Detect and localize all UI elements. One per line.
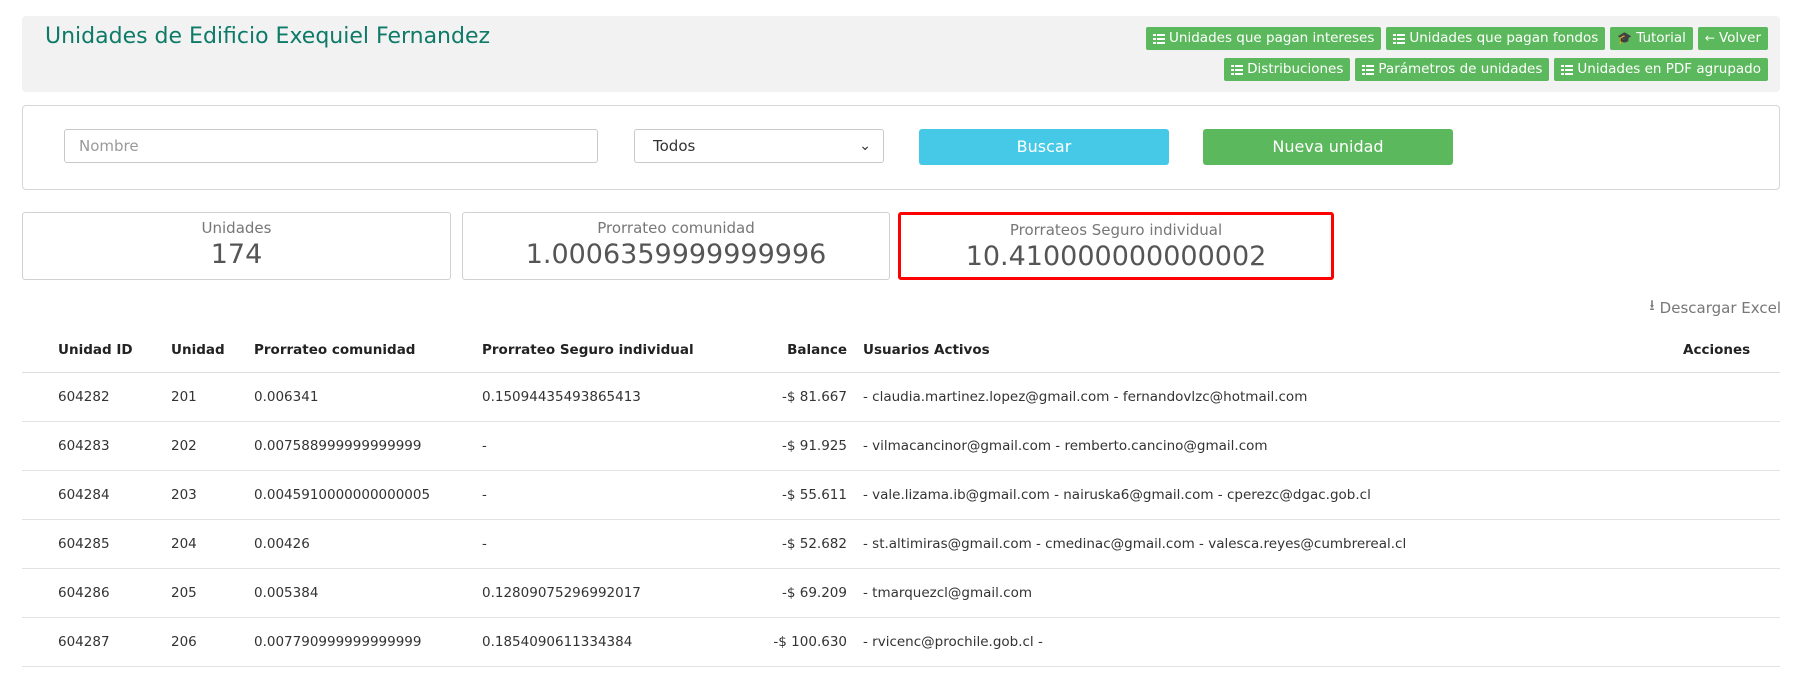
table-row: 604287 206 0.007790999999999999 0.185409061… — [22, 617, 1780, 667]
table-cell: - tmarquezcl@gmail.com — [863, 568, 1683, 618]
table-cell: - — [482, 519, 722, 569]
table-cell: 604285 — [22, 519, 171, 569]
list-icon — [1231, 64, 1244, 75]
units-table: Unidad ID Unidad Prorrateo comunidad Pro… — [22, 327, 1780, 667]
table-cell: -$ 91.925 — [722, 421, 863, 471]
table-cell: 202 — [171, 421, 254, 471]
table-cell: 0.007588999999999999 — [254, 421, 482, 471]
page-title: Unidades de Edificio Exequiel Fernandez — [45, 24, 491, 49]
table-cell: -$ 52.682 — [722, 519, 863, 569]
table-cell: - — [482, 470, 722, 520]
page-header: Unidades de Edificio Exequiel Fernandez … — [22, 16, 1780, 92]
col-header: Unidad ID — [22, 327, 171, 373]
table-cell — [1683, 372, 1780, 422]
table-row: 604283 202 0.007588999999999999- -$ 91.925-… — [22, 421, 1780, 471]
table-row: 604282 201 0.006341 0.15094435493865413 -$ 8… — [22, 372, 1780, 422]
table-cell: 0.007790999999999999 — [254, 617, 482, 667]
list-icon — [1362, 64, 1375, 75]
table-cell: - vilmacancinor@gmail.com - remberto.can… — [863, 421, 1683, 471]
table-row: 604286 205 0.005384 0.12809075296992017 -$ 6… — [22, 568, 1780, 618]
table-cell: 201 — [171, 372, 254, 422]
parametros-unidades-button[interactable]: Parámetros de unidades — [1355, 58, 1550, 81]
table-cell: -$ 69.209 — [722, 568, 863, 618]
table-cell: 604282 — [22, 372, 171, 422]
table-cell: 604286 — [22, 568, 171, 618]
volver-button[interactable]: ← Volver — [1697, 27, 1768, 50]
col-header: Prorrateo comunidad — [254, 327, 482, 373]
stat-unidades: Unidades 174 — [22, 212, 451, 280]
table-cell — [1683, 470, 1780, 520]
tutorial-button[interactable]: 🎓 Tutorial — [1610, 27, 1693, 50]
table-cell: - — [482, 421, 722, 471]
stat-label: Prorrateos Seguro individual — [1009, 221, 1223, 239]
table-cell: 205 — [171, 568, 254, 618]
table-cell — [1683, 617, 1780, 667]
table-cell: 0.005384 — [254, 568, 482, 618]
table-cell: -$ 81.667 — [722, 372, 863, 422]
table-cell: 0.12809075296992017 — [482, 568, 722, 618]
unidades-pdf-button[interactable]: Unidades en PDF agrupado — [1554, 58, 1768, 81]
col-header: Usuarios Activos — [863, 327, 1683, 373]
table-cell — [1683, 568, 1780, 618]
unidades-intereses-button[interactable]: Unidades que pagan intereses — [1146, 27, 1382, 50]
table-cell — [1683, 519, 1780, 569]
table-cell: 0.15094435493865413 — [482, 372, 722, 422]
status-select-value: Todos — [653, 137, 696, 155]
list-icon — [1153, 33, 1166, 44]
col-header: Prorrateo Seguro individual — [482, 327, 722, 373]
table-cell: - claudia.martinez.lopez@gmail.com - fer… — [863, 372, 1683, 422]
table-cell: 203 — [171, 470, 254, 520]
status-select[interactable]: Todos ⌄ — [634, 129, 884, 163]
arrow-left-icon: ← — [1704, 31, 1715, 45]
name-search-input[interactable] — [64, 129, 598, 163]
col-header: Unidad — [171, 327, 254, 373]
table-cell: 0.006341 — [254, 372, 482, 422]
table-cell: 0.0045910000000000005 — [254, 470, 482, 520]
stat-label: Unidades — [201, 219, 272, 237]
table-cell: 204 — [171, 519, 254, 569]
table-cell: 206 — [171, 617, 254, 667]
col-header: Acciones — [1683, 327, 1780, 373]
table-cell: 0.1854090611334384 — [482, 617, 722, 667]
table-cell — [1683, 421, 1780, 471]
new-unit-button[interactable]: Nueva unidad — [1203, 129, 1453, 165]
search-button[interactable]: Buscar — [919, 129, 1169, 165]
table-cell: - st.altimiras@gmail.com - cmedinac@gmai… — [863, 519, 1683, 569]
stat-value: 174 — [210, 239, 263, 270]
table-row: 604285 204 0.00426- -$ 52.682- st.altimiras… — [22, 519, 1780, 569]
header-actions-row-1: Unidades que pagan intereses Unidades qu… — [1146, 27, 1768, 50]
table-cell: 0.00426 — [254, 519, 482, 569]
stat-value: 1.0006359999999996 — [525, 239, 827, 270]
stat-prorrateos-seguro: Prorrateos Seguro individual 10.41000000… — [898, 212, 1334, 280]
col-header: Balance — [722, 327, 863, 373]
list-icon — [1561, 64, 1574, 75]
table-cell: -$ 100.630 — [722, 617, 863, 667]
table-row: 604284 203 0.0045910000000000005- -$ 55.611… — [22, 470, 1780, 520]
filter-panel: Todos ⌄ Buscar Nueva unidad — [22, 105, 1780, 190]
header-actions-row-2: Distribuciones Parámetros de unidades Un… — [1224, 58, 1768, 81]
table-header-row: Unidad ID Unidad Prorrateo comunidad Pro… — [22, 327, 1780, 373]
download-excel-link[interactable]: ⭳ Descargar Excel — [1649, 295, 1781, 320]
distribuciones-button[interactable]: Distribuciones — [1224, 58, 1351, 81]
table-cell: -$ 55.611 — [722, 470, 863, 520]
table-cell: 604283 — [22, 421, 171, 471]
stat-value: 10.410000000000002 — [965, 241, 1267, 272]
unidades-fondos-button[interactable]: Unidades que pagan fondos — [1386, 27, 1606, 50]
list-icon — [1393, 33, 1406, 44]
table-cell: 604287 — [22, 617, 171, 667]
graduation-cap-icon: 🎓 — [1617, 31, 1633, 45]
table-cell: 604284 — [22, 470, 171, 520]
table-cell: - rvicenc@prochile.gob.cl - — [863, 617, 1683, 667]
download-icon: ⭳ — [1649, 296, 1655, 314]
stat-label: Prorrateo comunidad — [597, 219, 755, 237]
table-cell: - vale.lizama.ib@gmail.com - nairuska6@g… — [863, 470, 1683, 520]
stat-prorrateo-comunidad: Prorrateo comunidad 1.0006359999999996 — [462, 212, 890, 280]
chevron-down-icon: ⌄ — [859, 138, 871, 154]
